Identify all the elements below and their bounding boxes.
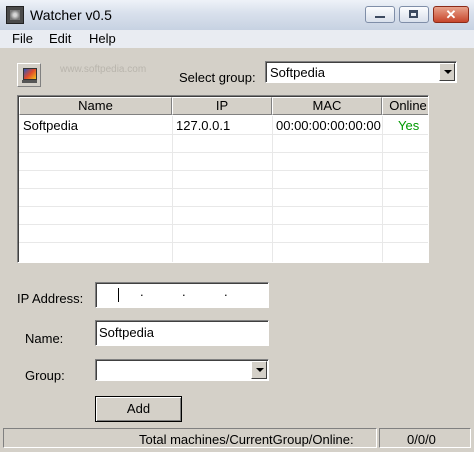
grid-line	[19, 170, 428, 171]
ip-dot-3: .	[224, 284, 228, 299]
machines-table[interactable]: Name IP MAC Online Softpedia 127.0.0.1 0…	[17, 95, 429, 263]
app-icon[interactable]	[6, 6, 24, 24]
ip-address-label: IP Address:	[17, 291, 84, 306]
status-pane-summary: Total machines/CurrentGroup/Online:	[3, 428, 377, 448]
grid-line	[272, 116, 273, 262]
grid-line	[19, 206, 428, 207]
status-bar: Total machines/CurrentGroup/Online: 0/0/…	[0, 426, 474, 452]
grid-line	[19, 152, 428, 153]
minimize-button[interactable]	[365, 6, 395, 23]
close-icon: ✕	[445, 7, 457, 22]
select-group-dropdown[interactable]: Softpedia	[265, 61, 457, 83]
monitor-icon	[23, 68, 37, 80]
chevron-down-icon[interactable]	[251, 361, 267, 379]
title-bar: Watcher v0.5 ✕	[0, 0, 474, 31]
menu-file[interactable]: File	[12, 31, 33, 46]
column-header-online[interactable]: Online	[382, 97, 428, 115]
window-title: Watcher v0.5	[30, 7, 112, 23]
name-value: Softpedia	[99, 325, 154, 340]
table-header: Name IP MAC Online	[19, 97, 428, 115]
watermark: www.softpedia.com	[60, 64, 147, 75]
cell-ip: 127.0.0.1	[176, 118, 231, 133]
grid-line	[19, 188, 428, 189]
ip-address-field[interactable]: . . .	[95, 282, 269, 308]
menu-help[interactable]: Help	[89, 31, 116, 46]
status-summary-value: 0/0/0	[407, 432, 436, 447]
monitor-stand-icon	[22, 80, 37, 83]
grid-line	[382, 116, 383, 262]
status-summary-label: Total machines/CurrentGroup/Online:	[139, 432, 354, 447]
minimize-icon	[375, 16, 385, 18]
group-dropdown[interactable]	[95, 359, 269, 381]
column-header-name[interactable]: Name	[19, 97, 172, 115]
grid-line	[172, 116, 173, 262]
menu-bar: File Edit Help	[0, 30, 474, 48]
text-caret	[118, 288, 119, 302]
computer-icon-button[interactable]	[17, 63, 41, 87]
table-row[interactable]: Softpedia 127.0.0.1 00:00:00:00:00:00 Ye…	[19, 116, 428, 134]
add-button[interactable]: Add	[95, 396, 182, 422]
grid-line	[19, 224, 428, 225]
column-header-ip[interactable]: IP	[172, 97, 272, 115]
ip-dot-1: .	[140, 284, 144, 299]
name-field[interactable]: Softpedia	[95, 320, 269, 346]
column-header-mac[interactable]: MAC	[272, 97, 382, 115]
chevron-down-icon[interactable]	[439, 63, 455, 81]
maximize-icon	[409, 10, 418, 18]
status-pane-counts: 0/0/0	[379, 428, 471, 448]
close-button[interactable]: ✕	[433, 6, 469, 23]
name-label: Name:	[25, 331, 64, 346]
maximize-button[interactable]	[399, 6, 429, 23]
ip-dot-2: .	[182, 284, 186, 299]
grid-line	[19, 242, 428, 243]
cell-mac: 00:00:00:00:00:00	[276, 118, 381, 133]
cell-online: Yes	[398, 118, 420, 133]
grid-line	[19, 134, 428, 135]
select-group-label: Select group:	[179, 70, 256, 85]
cell-name: Softpedia	[23, 118, 78, 133]
group-label: Group:	[25, 368, 65, 383]
menu-edit[interactable]: Edit	[49, 31, 71, 46]
select-group-value: Softpedia	[270, 65, 325, 80]
